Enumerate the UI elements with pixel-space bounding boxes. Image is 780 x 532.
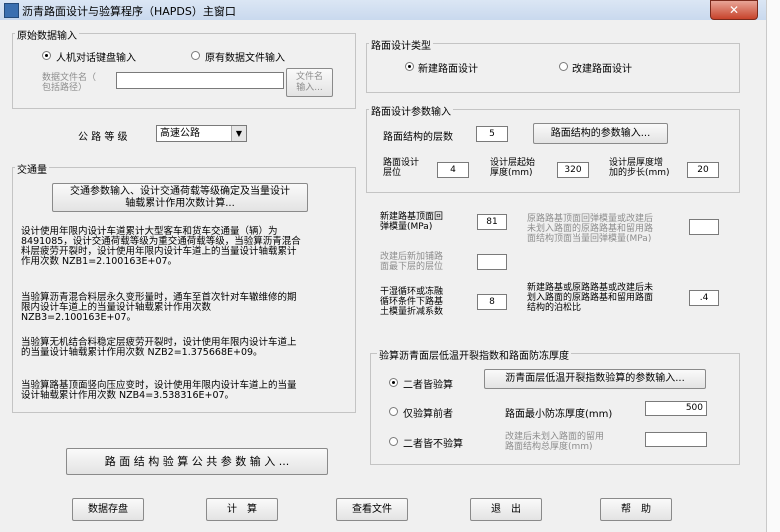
rebuild-design-label: 改建路面设计 (572, 64, 632, 75)
raw-input-legend: 原始数据输入 (15, 27, 79, 42)
layers-label: 路面结构的层数 (383, 132, 453, 143)
total-thickness-label-line: 改建后未划入路面的留用 (505, 432, 605, 442)
filename-button-line1: 文件名 (295, 72, 323, 82)
view-file-button[interactable]: 查看文件 (336, 498, 408, 521)
min-thickness-input[interactable]: 500 (645, 401, 707, 416)
rebuild-modulus-label-line: 原路路基顶面回弹模量或改建后 (527, 214, 654, 224)
layers-input[interactable]: 5 (476, 126, 508, 142)
design-layer-label-line1: 路面设计 (383, 158, 420, 168)
design-layer-input[interactable]: 4 (437, 162, 469, 178)
start-thickness-label-line1: 设计层起始 (490, 158, 536, 168)
check-both-radio[interactable] (389, 378, 398, 387)
reduction-label-line: 干湿循环或冻融 (380, 287, 444, 297)
traffic-result-para1: 设计使用年限内设计车道累计大型客车和货车交通量（辆）为 8491085，设计交通… (21, 227, 343, 267)
crack-params-button[interactable]: 沥青面层低温开裂指数验算的参数输入... (484, 369, 706, 389)
subgrade-modulus-input[interactable]: 81 (477, 214, 507, 230)
exit-button[interactable]: 退 出 (470, 498, 542, 521)
design-layer-label-line2: 层位 (383, 168, 402, 178)
step-label-line1: 设计层厚度增 (609, 158, 664, 168)
start-thickness-label: 设计层起始 厚度(mm) (490, 158, 535, 178)
filename-button-line2: 输入... (296, 83, 323, 93)
start-thickness-input[interactable]: 320 (557, 162, 589, 178)
design-layer-label: 路面设计 层位 (383, 158, 419, 178)
reduction-input[interactable]: 8 (477, 294, 507, 310)
manual-input-radio[interactable] (42, 51, 51, 60)
file-input-radio[interactable] (191, 51, 200, 60)
check-none-label: 二者皆不验算 (403, 439, 463, 450)
start-thickness-label-line2: 厚度(mm) (490, 168, 533, 178)
reduction-label-line: 土模量折减系数 (380, 307, 444, 317)
vertical-scrollbar[interactable] (767, 0, 780, 532)
traffic-result-para4: 当验算路基顶面竖向压应变时，设计使用年限内设计车道上的当量 设计轴载累计作用次数… (21, 381, 343, 401)
step-input[interactable]: 20 (687, 162, 719, 178)
reduction-label: 干湿循环或冻融 循环条件下路基 土模量折减系数 (380, 287, 443, 317)
para1-line: 作用次数 NZB1=2.100163E+07。 (21, 256, 178, 267)
filename-button[interactable]: 文件名 输入... (286, 68, 333, 97)
road-grade-select[interactable]: 高速公路 ▼ (156, 125, 247, 142)
traffic-legend: 交通量 (15, 161, 49, 176)
check-both-label: 二者皆验算 (403, 380, 453, 391)
filename-label-line2: 包括路径） (42, 83, 88, 93)
check-former-radio[interactable] (389, 407, 398, 416)
total-thickness-label-line: 路面结构总厚度(mm) (505, 442, 593, 452)
help-button[interactable]: 帮 助 (600, 498, 672, 521)
check-former-label: 仅验算前者 (403, 409, 453, 420)
check-none-radio[interactable] (389, 437, 398, 446)
window-title: 沥青路面设计与验算程序（HAPDS）主窗口 (22, 5, 236, 18)
rebuild-modulus-label: 原路路基顶面回弹模量或改建后 未划入路面的原路路基和留用路 面结构顶面当量回弹模… (527, 214, 653, 244)
title-bar: 沥青路面设计与验算程序（HAPDS）主窗口 ✕ (0, 0, 766, 20)
manual-input-label: 人机对话键盘输入 (56, 53, 136, 64)
design-params-group (366, 109, 740, 193)
traffic-params-button[interactable]: 交通参数输入、设计交通荷载等级确定及当量设计 轴载累计作用次数计算... (52, 183, 308, 212)
new-design-label: 新建路面设计 (418, 64, 478, 75)
design-type-legend: 路面设计类型 (369, 37, 433, 52)
step-label-line2: 加的步长(mm) (609, 168, 670, 178)
new-design-radio[interactable] (405, 62, 414, 71)
min-thickness-label: 路面最小防冻厚度(mm) (505, 409, 613, 420)
rebuild-modulus-label-line: 面结构顶面当量回弹模量(MPa) (527, 234, 652, 244)
poisson-input[interactable]: .4 (689, 290, 719, 306)
para3-line: 的当量设计轴载累计作用次数 NZB2=1.375668E+09。 (21, 347, 263, 358)
para4-line: 设计轴载累计作用次数 NZB4=3.538316E+07。 (21, 390, 235, 401)
filename-input[interactable] (116, 72, 284, 89)
poisson-label-line: 划入路面的原路路基和留用路面 (527, 293, 654, 303)
traffic-result-para3: 当验算无机结合料稳定层疲劳开裂时，设计使用年限内设计车道上 的当量设计轴载累计作… (21, 338, 343, 358)
poisson-label-line: 新建路基或原路路基或改建后未 (527, 283, 654, 293)
chevron-down-icon[interactable]: ▼ (231, 126, 246, 141)
new-layer-label: 改建后新加铺路 面最下层的层位 (380, 252, 443, 272)
new-layer-input[interactable] (477, 254, 507, 270)
common-params-button[interactable]: 路 面 结 构 验 算 公 共 参 数 输 入 ... (66, 448, 328, 475)
compute-button[interactable]: 计 算 (206, 498, 278, 521)
rebuild-modulus-label-line: 未划入路面的原路路基和留用路 (527, 224, 654, 234)
file-input-label: 原有数据文件输入 (205, 53, 285, 64)
new-layer-label-line: 改建后新加铺路 (380, 252, 444, 262)
road-grade-value: 高速公路 (160, 128, 200, 139)
app-icon (4, 3, 19, 18)
rebuild-design-radio[interactable] (559, 62, 568, 71)
rebuild-modulus-input[interactable] (689, 219, 719, 235)
subgrade-modulus-label-line: 新建路基顶面回 (380, 212, 444, 222)
traffic-result-para2: 当验算沥青混合料层永久变形量时，通车至首次针对车辙维修的期 限内设计车道上的当量… (21, 293, 343, 323)
close-button[interactable]: ✕ (710, 0, 758, 20)
total-thickness-label: 改建后未划入路面的留用 路面结构总厚度(mm) (505, 432, 604, 452)
poisson-label: 新建路基或原路路基或改建后未 划入路面的原路路基和留用路面 结构的泊松比 (527, 283, 653, 313)
poisson-label-line: 结构的泊松比 (527, 303, 582, 313)
traffic-button-line1: 交通参数输入、设计交通荷载等级确定及当量设计 (70, 186, 290, 197)
step-label: 设计层厚度增 加的步长(mm) (609, 158, 670, 178)
traffic-button-line2: 轴载累计作用次数计算... (125, 198, 235, 209)
new-layer-label-line: 面最下层的层位 (380, 262, 444, 272)
main-window: 沥青路面设计与验算程序（HAPDS）主窗口 ✕ 原始数据输入 人机对话键盘输入 … (0, 0, 767, 532)
save-data-button[interactable]: 数据存盘 (72, 498, 144, 521)
structure-params-button[interactable]: 路面结构的参数输入... (533, 123, 668, 144)
crack-check-legend: 验算沥青面层低温开裂指数和路面防冻厚度 (377, 347, 571, 362)
filename-label-line1: 数据文件名（ (42, 73, 97, 83)
reduction-label-line: 循环条件下路基 (380, 297, 444, 307)
subgrade-modulus-label: 新建路基顶面回 弹模量(MPa) (380, 212, 443, 232)
filename-label: 数据文件名（ 包括路径） (42, 73, 96, 93)
road-grade-label: 公 路 等 级 (78, 132, 128, 143)
design-params-legend: 路面设计参数输入 (369, 103, 453, 118)
total-thickness-input[interactable] (645, 432, 707, 447)
para2-line: NZB3=2.100163E+07。 (21, 312, 137, 323)
subgrade-modulus-label-line: 弹模量(MPa) (380, 222, 433, 232)
